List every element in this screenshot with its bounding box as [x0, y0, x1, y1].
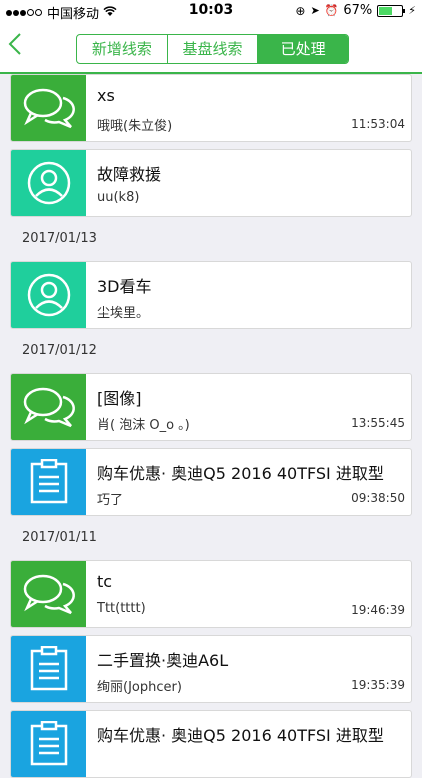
- item-title: 故障救援: [97, 165, 162, 184]
- item-title: [图像]: [97, 389, 142, 408]
- item-time: 11:53:04: [351, 117, 405, 131]
- battery-icon: [377, 4, 406, 17]
- alarm-icon: ⏰: [324, 4, 339, 17]
- status-bar: 中国移动 10:03 ⊕ ➤ ⏰ 67% ⚡: [0, 0, 422, 22]
- user-icon: [11, 150, 86, 216]
- chat-bubbles-icon: [11, 374, 86, 440]
- segmented-control: 新增线索 基盘线索 已处理: [76, 34, 349, 64]
- item-time: 13:55:45: [351, 416, 405, 430]
- date-header: 2017/01/13: [0, 223, 422, 255]
- list-item[interactable]: 3D看车尘埃里。: [10, 261, 412, 329]
- item-title: xs: [97, 86, 115, 105]
- list-item[interactable]: tc Ttt(tttt) 19:46:39: [10, 560, 412, 628]
- item-subtitle: 肖( 泡沫 O_o 。): [97, 418, 190, 433]
- item-title: 购车优惠· 奥迪Q5 2016 40TFSI 进取型: [97, 464, 384, 483]
- item-subtitle: 哦哦(朱立俊): [97, 119, 173, 134]
- item-subtitle: uu(k8): [97, 190, 140, 205]
- item-title: tc: [97, 572, 113, 591]
- tab-new-leads[interactable]: 新增线索: [77, 35, 168, 63]
- list-item[interactable]: 故障救援 uu(k8): [10, 149, 412, 217]
- list-item[interactable]: 二手置换·奥迪A6L 绚丽(Jophcer) 19:35:39: [10, 635, 412, 703]
- chat-bubbles-icon: [11, 561, 86, 627]
- battery-percent: 67%: [343, 3, 373, 18]
- item-time: 09:38:50: [351, 491, 405, 505]
- list-item[interactable]: 购车优惠· 奥迪Q5 2016 40TFSI 进取型巧了 09:38:50: [10, 448, 412, 516]
- tab-base-leads[interactable]: 基盘线索: [168, 35, 259, 63]
- item-title: 3D看车: [97, 277, 152, 296]
- chevron-left-icon[interactable]: [8, 32, 32, 60]
- status-right: ⊕ ➤ ⏰ 67% ⚡: [295, 3, 416, 18]
- charging-icon: ⚡: [408, 4, 416, 17]
- chat-bubbles-icon: [11, 75, 86, 141]
- item-subtitle: Ttt(tttt): [97, 601, 146, 616]
- item-time: 19:46:39: [351, 603, 405, 617]
- item-title: 二手置换·奥迪A6L: [97, 651, 229, 670]
- location-icon: ➤: [310, 4, 320, 17]
- item-time: 19:35:39: [351, 678, 405, 692]
- clipboard-icon: [11, 449, 86, 515]
- clipboard-icon: [11, 636, 86, 702]
- item-subtitle: 巧了: [97, 493, 124, 508]
- clipboard-icon: [11, 711, 86, 777]
- user-icon: [11, 262, 86, 328]
- list-item[interactable]: [图像] 肖( 泡沫 O_o 。) 13:55:45: [10, 373, 412, 441]
- list-item[interactable]: 购车优惠· 奥迪Q5 2016 40TFSI 进取型: [10, 710, 412, 778]
- rotation-lock-icon: ⊕: [295, 3, 306, 18]
- nav-bar: 新增线索 基盘线索 已处理: [0, 22, 422, 74]
- item-subtitle: 绚丽(Jophcer): [97, 680, 182, 695]
- list-item[interactable]: xs 哦哦(朱立俊) 11:53:04: [10, 74, 412, 142]
- tab-processed[interactable]: 已处理: [258, 35, 348, 63]
- date-header: 2017/01/11: [0, 522, 422, 554]
- item-title: 购车优惠· 奥迪Q5 2016 40TFSI 进取型: [97, 726, 384, 745]
- date-header: 2017/01/12: [0, 335, 422, 367]
- lead-list: xs 哦哦(朱立俊) 11:53:04 故障救援 uu(k8) 2017/01/13 3D看…: [0, 74, 422, 778]
- item-subtitle: 尘埃里。: [97, 306, 150, 321]
